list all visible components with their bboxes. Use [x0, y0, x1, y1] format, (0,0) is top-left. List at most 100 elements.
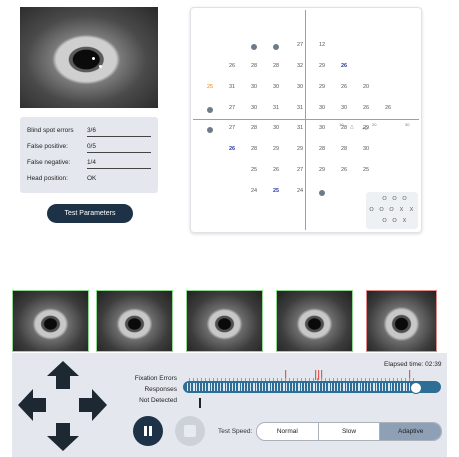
threshold-value: 30 [250, 84, 258, 90]
threshold-value: 12 [318, 42, 326, 48]
response-bar [340, 383, 341, 391]
test-parameters-button[interactable]: Test Parameters [47, 204, 133, 223]
threshold-value: 29 [318, 63, 326, 69]
pattern-legend: O O O O O O X X O O X [366, 192, 418, 229]
response-bar [319, 383, 320, 391]
arrow-right-icon[interactable] [79, 389, 107, 421]
response-bar [406, 383, 407, 391]
center-marker: +0 [362, 126, 368, 132]
response-bar [193, 383, 195, 391]
eye-snapshot[interactable] [276, 290, 353, 352]
threshold-value: 30 [296, 84, 304, 90]
arrow-up-icon[interactable] [47, 361, 79, 389]
response-bar [352, 383, 353, 391]
eye-snapshot[interactable] [186, 290, 263, 352]
response-bar [289, 383, 290, 391]
response-bar [256, 383, 257, 391]
threshold-value: 27 [228, 125, 236, 131]
response-bar [370, 383, 371, 391]
corneal-reflex [99, 65, 102, 68]
corneal-reflex [92, 57, 95, 60]
threshold-value: 32 [296, 63, 304, 69]
response-bar [274, 383, 275, 391]
response-bar [376, 383, 377, 391]
response-bar [283, 383, 285, 391]
response-bar [223, 383, 225, 391]
responses-label: Responses [144, 386, 177, 393]
response-bar [202, 383, 203, 391]
blind-spot-marker [319, 190, 325, 196]
speed-adaptive[interactable]: Adaptive [379, 423, 441, 440]
threshold-value: 25 [362, 167, 370, 173]
response-bar [316, 383, 317, 391]
response-bar [304, 383, 305, 391]
response-bar [334, 383, 335, 391]
threshold-value: 30 [362, 146, 370, 152]
response-bar [403, 383, 405, 391]
threshold-value: 30 [340, 105, 348, 111]
response-bar [367, 383, 368, 391]
threshold-value: 30 [318, 105, 326, 111]
threshold-value: 26 [340, 63, 348, 69]
response-bars [187, 383, 410, 391]
test-speed-selector: Normal Slow Adaptive [256, 422, 442, 441]
horizontal-axis [193, 119, 419, 120]
threshold-value: 28 [250, 63, 258, 69]
blind-spot-marker [207, 107, 213, 113]
response-bar [187, 383, 188, 391]
blind-spot-marker [273, 44, 279, 50]
response-bar [196, 383, 197, 391]
threshold-value: 30 [250, 105, 258, 111]
response-bar [241, 383, 242, 391]
response-bar [301, 383, 302, 391]
response-bar [292, 383, 293, 391]
response-bar [361, 383, 362, 391]
response-bar [220, 383, 221, 391]
threshold-value: 28 [250, 125, 258, 131]
response-bar [346, 383, 347, 391]
response-bar [373, 383, 375, 391]
reliability-panel: Blind spot errors 3/6 False positive: 0/… [20, 117, 158, 193]
response-bar [247, 383, 248, 391]
eye-camera-view [20, 7, 158, 108]
threshold-value: 30 [272, 125, 280, 131]
response-bar [265, 383, 266, 391]
speed-normal[interactable]: Normal [257, 423, 318, 440]
threshold-value: 31 [296, 105, 304, 111]
response-bar [313, 383, 315, 391]
response-bar [337, 383, 338, 391]
response-bar [310, 383, 311, 391]
response-bar [286, 383, 287, 391]
progress-knob[interactable] [410, 382, 422, 394]
threshold-value: 31 [272, 105, 280, 111]
not-detected-label: Not Detected [139, 397, 177, 404]
response-bar [358, 383, 360, 391]
arrow-left-icon[interactable] [18, 389, 46, 421]
stop-button[interactable] [175, 416, 205, 446]
threshold-value: 28 [250, 146, 258, 152]
eye-snapshot[interactable] [96, 290, 173, 352]
triangle-marker: △ [350, 124, 354, 130]
pause-button[interactable] [133, 416, 163, 446]
test-speed-label: Test Speed: [218, 428, 253, 435]
response-bar [208, 383, 210, 391]
threshold-value: 24 [296, 188, 304, 194]
threshold-value: 25 [272, 188, 280, 194]
speed-slow[interactable]: Slow [317, 423, 380, 440]
arrow-down-icon[interactable] [47, 423, 79, 451]
threshold-value: 24 [250, 188, 258, 194]
eye-snapshot[interactable] [12, 290, 89, 352]
threshold-value: 28 [340, 146, 348, 152]
response-bar [364, 383, 365, 391]
response-bar [295, 383, 296, 391]
response-bar [214, 383, 215, 391]
threshold-value: 26 [228, 63, 236, 69]
response-bar [262, 383, 263, 391]
blind-spot-marker [207, 127, 213, 133]
response-bar [229, 383, 230, 391]
threshold-value: 25 [206, 84, 214, 90]
threshold-value: 26 [228, 146, 236, 152]
eye-snapshot[interactable] [366, 290, 437, 352]
fixation-errors-label: Fixation Errors [134, 375, 177, 382]
response-bar [244, 383, 245, 391]
